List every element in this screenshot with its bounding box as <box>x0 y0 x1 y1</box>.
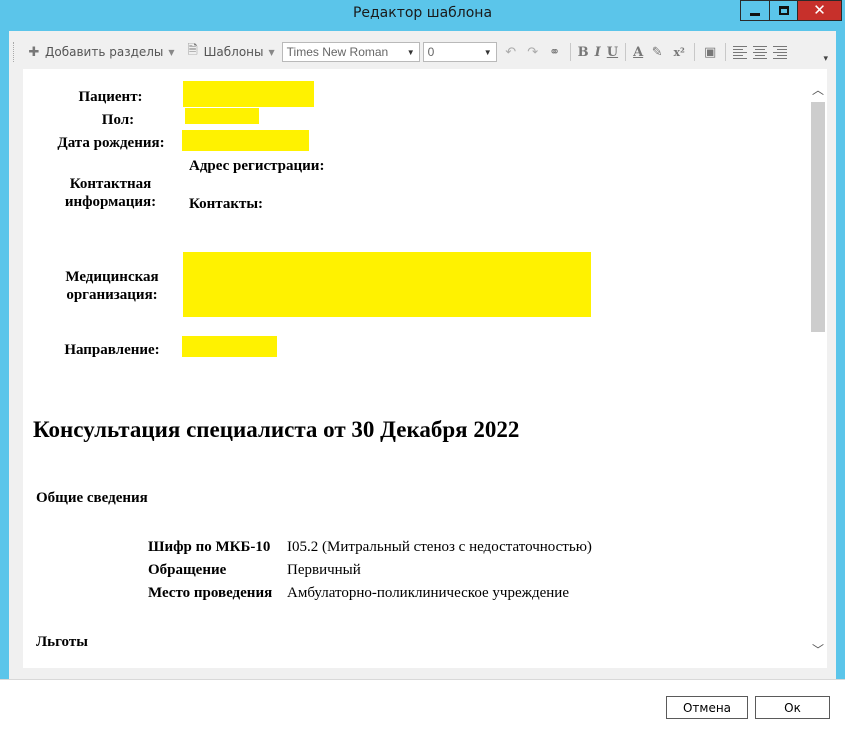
maximize-button[interactable] <box>769 0 798 21</box>
reg-address-label: Адрес регистрации: <box>189 158 325 174</box>
chevron-down-icon: ▼ <box>168 47 175 57</box>
chevron-down-icon: ﹀ <box>811 642 824 657</box>
bold-button[interactable]: B <box>575 41 592 63</box>
redo-button[interactable]: ↷ <box>522 41 544 63</box>
birth-date-label: Дата рождения: <box>57 135 165 151</box>
font-size-select[interactable]: 0 ▼ <box>422 42 497 62</box>
referral-label: Направление: <box>64 342 160 358</box>
cancel-button[interactable]: Отмена <box>666 696 748 719</box>
patient-redaction <box>183 81 314 107</box>
insert-image-button[interactable]: ▣ <box>699 41 721 63</box>
field-key: Обращение <box>148 562 227 578</box>
toolbar-overflow-icon[interactable]: ▾ <box>823 53 828 64</box>
sex-redaction <box>185 108 259 124</box>
font-family-select[interactable]: Times New Roman ▼ <box>281 42 420 62</box>
chevron-up-icon: ︿ <box>811 82 824 97</box>
superscript-icon: x² <box>673 45 685 59</box>
font-family-value: Times New Roman <box>286 45 389 59</box>
font-size-value: 0 <box>427 45 435 59</box>
toolbar-separator <box>569 43 571 61</box>
toolbar-separator <box>625 43 627 61</box>
align-center-icon <box>753 45 768 59</box>
field-key: Шифр по МКБ-10 <box>148 539 271 555</box>
med-org-label: Медицинская организация: <box>65 269 159 303</box>
toolbar-grip[interactable] <box>13 42 17 62</box>
patient-label: Пациент: <box>78 89 143 105</box>
title-bar[interactable]: Редактор шаблона ✕ <box>0 0 845 30</box>
sex-label: Пол: <box>101 112 135 128</box>
italic-button[interactable]: I <box>592 41 604 63</box>
scroll-down-button[interactable]: ﹀ <box>809 639 827 659</box>
redo-icon: ↷ <box>527 44 539 60</box>
scrollbar-thumb[interactable] <box>811 102 825 332</box>
align-left-icon <box>733 45 748 59</box>
field-key: Место проведения <box>148 585 273 601</box>
highlight-button[interactable]: ✎ <box>646 41 668 63</box>
chevron-down-icon: ▼ <box>406 47 415 57</box>
highlighter-icon: ✎ <box>651 44 663 60</box>
superscript-button[interactable]: x² <box>668 41 690 63</box>
ok-button[interactable]: Ок <box>755 696 830 719</box>
toolbar-separator <box>725 43 727 61</box>
find-button[interactable]: ⚭ <box>544 41 566 63</box>
templates-label: Шаблоны <box>203 45 264 59</box>
close-button[interactable]: ✕ <box>797 0 842 21</box>
image-icon: ▣ <box>704 44 717 60</box>
toolbar-separator <box>694 43 696 61</box>
plus-icon: ✚ <box>28 44 40 60</box>
chevron-down-icon: ▼ <box>483 47 492 57</box>
align-left-button[interactable] <box>730 41 750 63</box>
document-heading: Консультация специалиста от 30 Декабря 2… <box>33 417 520 442</box>
editor-toolbar: ✚ Добавить разделы ▼ 🗎 Шаблоны ▼ Times N… <box>9 37 836 67</box>
document-content: Пациент: Пол: Дата рождения: Адрес регис… <box>23 69 809 668</box>
contacts-label: Контакты: <box>189 196 264 212</box>
binoculars-icon: ⚭ <box>549 44 561 60</box>
chevron-down-icon: ▼ <box>268 47 275 57</box>
align-right-icon <box>773 45 788 59</box>
birth-date-redaction <box>182 130 309 151</box>
minimize-icon <box>750 13 760 16</box>
font-color-icon: A <box>633 44 644 60</box>
align-right-button[interactable] <box>770 41 790 63</box>
underline-button[interactable]: U <box>604 41 621 63</box>
close-icon: ✕ <box>813 1 826 19</box>
font-color-button[interactable]: A <box>630 41 646 63</box>
add-sections-button[interactable]: ✚ Добавить разделы ▼ <box>23 41 178 63</box>
field-value: Первичный <box>287 562 361 578</box>
document-editor[interactable]: Пациент: Пол: Дата рождения: Адрес регис… <box>23 69 809 668</box>
bold-icon: B <box>577 44 589 60</box>
undo-button[interactable]: ↶ <box>500 41 522 63</box>
vertical-scrollbar[interactable]: ︿ ﹀ <box>809 69 827 668</box>
undo-icon: ↶ <box>505 44 517 60</box>
field-value: I05.2 (Митральный стеноз с недостаточнос… <box>287 539 592 555</box>
document-icon: 🗎 <box>187 43 198 58</box>
add-sections-label: Добавить разделы <box>45 45 164 59</box>
maximize-icon <box>778 6 789 15</box>
contact-info-label: Контактная информация: <box>64 176 157 210</box>
italic-icon: I <box>594 44 601 60</box>
benefits-section-heading: Льготы <box>36 634 88 650</box>
general-section-heading: Общие сведения <box>36 490 148 506</box>
underline-icon: U <box>606 44 619 60</box>
templates-button[interactable]: 🗎 Шаблоны ▼ <box>182 41 278 63</box>
scroll-up-button[interactable]: ︿ <box>809 79 827 99</box>
referral-redaction <box>182 336 277 357</box>
window-title: Редактор шаблона <box>352 5 493 21</box>
align-center-button[interactable] <box>750 41 770 63</box>
med-org-redaction <box>183 252 591 317</box>
field-value: Амбулаторно-поликлиническое учреждение <box>287 585 569 601</box>
minimize-button[interactable] <box>740 0 770 21</box>
